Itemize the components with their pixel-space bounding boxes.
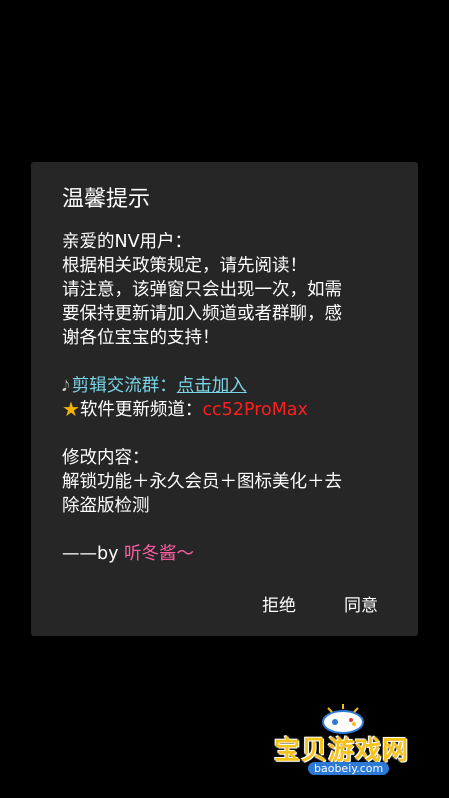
- channel-value: cc52ProMax: [202, 400, 308, 420]
- dialog-title: 温馨提示: [62, 187, 151, 212]
- watermark-url: baobeiy.com: [308, 762, 390, 775]
- group-row: 𝅘𝅥𝅮 剪辑交流群：点击加入: [62, 374, 390, 398]
- dialog-actions: 拒绝 同意: [260, 587, 380, 620]
- changes-line: 解锁功能＋永久会员＋图标美化＋去: [62, 472, 342, 492]
- changes-heading: 修改内容：: [62, 448, 150, 468]
- signature-name: 听冬酱～: [124, 544, 195, 564]
- signature: ——by 听冬酱～: [62, 542, 390, 566]
- changes-line: 除盗版检测: [62, 496, 150, 516]
- join-group-link[interactable]: 点击加入: [177, 376, 247, 396]
- group-label: 剪辑交流群：: [71, 376, 177, 396]
- guitar-icon: 𝅘𝅥𝅮: [62, 377, 70, 395]
- signature-prefix: ——by: [62, 544, 125, 564]
- channel-label: 软件更新频道：: [79, 400, 203, 420]
- greeting-text: 亲爱的NV用户：: [62, 232, 193, 252]
- star-icon: ★: [62, 397, 80, 421]
- notice-line: 要保持更新请加入频道或者群聊，感: [62, 304, 342, 324]
- channel-row: ★软件更新频道：cc52ProMax: [62, 398, 390, 422]
- tip-dialog: 温馨提示 亲爱的NV用户： 根据相关政策规定，请先阅读！ 请注意，该弹窗只会出现…: [31, 162, 418, 636]
- notice-line: 请注意，该弹窗只会出现一次，如需: [62, 280, 342, 300]
- watermark: 宝贝游戏网 baobeiy.com: [270, 700, 420, 780]
- notice-line: 根据相关政策规定，请先阅读！: [62, 256, 307, 276]
- agree-button[interactable]: 同意: [342, 587, 380, 620]
- notice-line: 谢各位宝宝的支持！: [62, 328, 220, 348]
- screen: 温馨提示 亲爱的NV用户： 根据相关政策规定，请先阅读！ 请注意，该弹窗只会出现…: [0, 0, 449, 798]
- reject-button[interactable]: 拒绝: [260, 587, 298, 620]
- dialog-body: 亲爱的NV用户： 根据相关政策规定，请先阅读！ 请注意，该弹窗只会出现一次，如需…: [62, 230, 390, 566]
